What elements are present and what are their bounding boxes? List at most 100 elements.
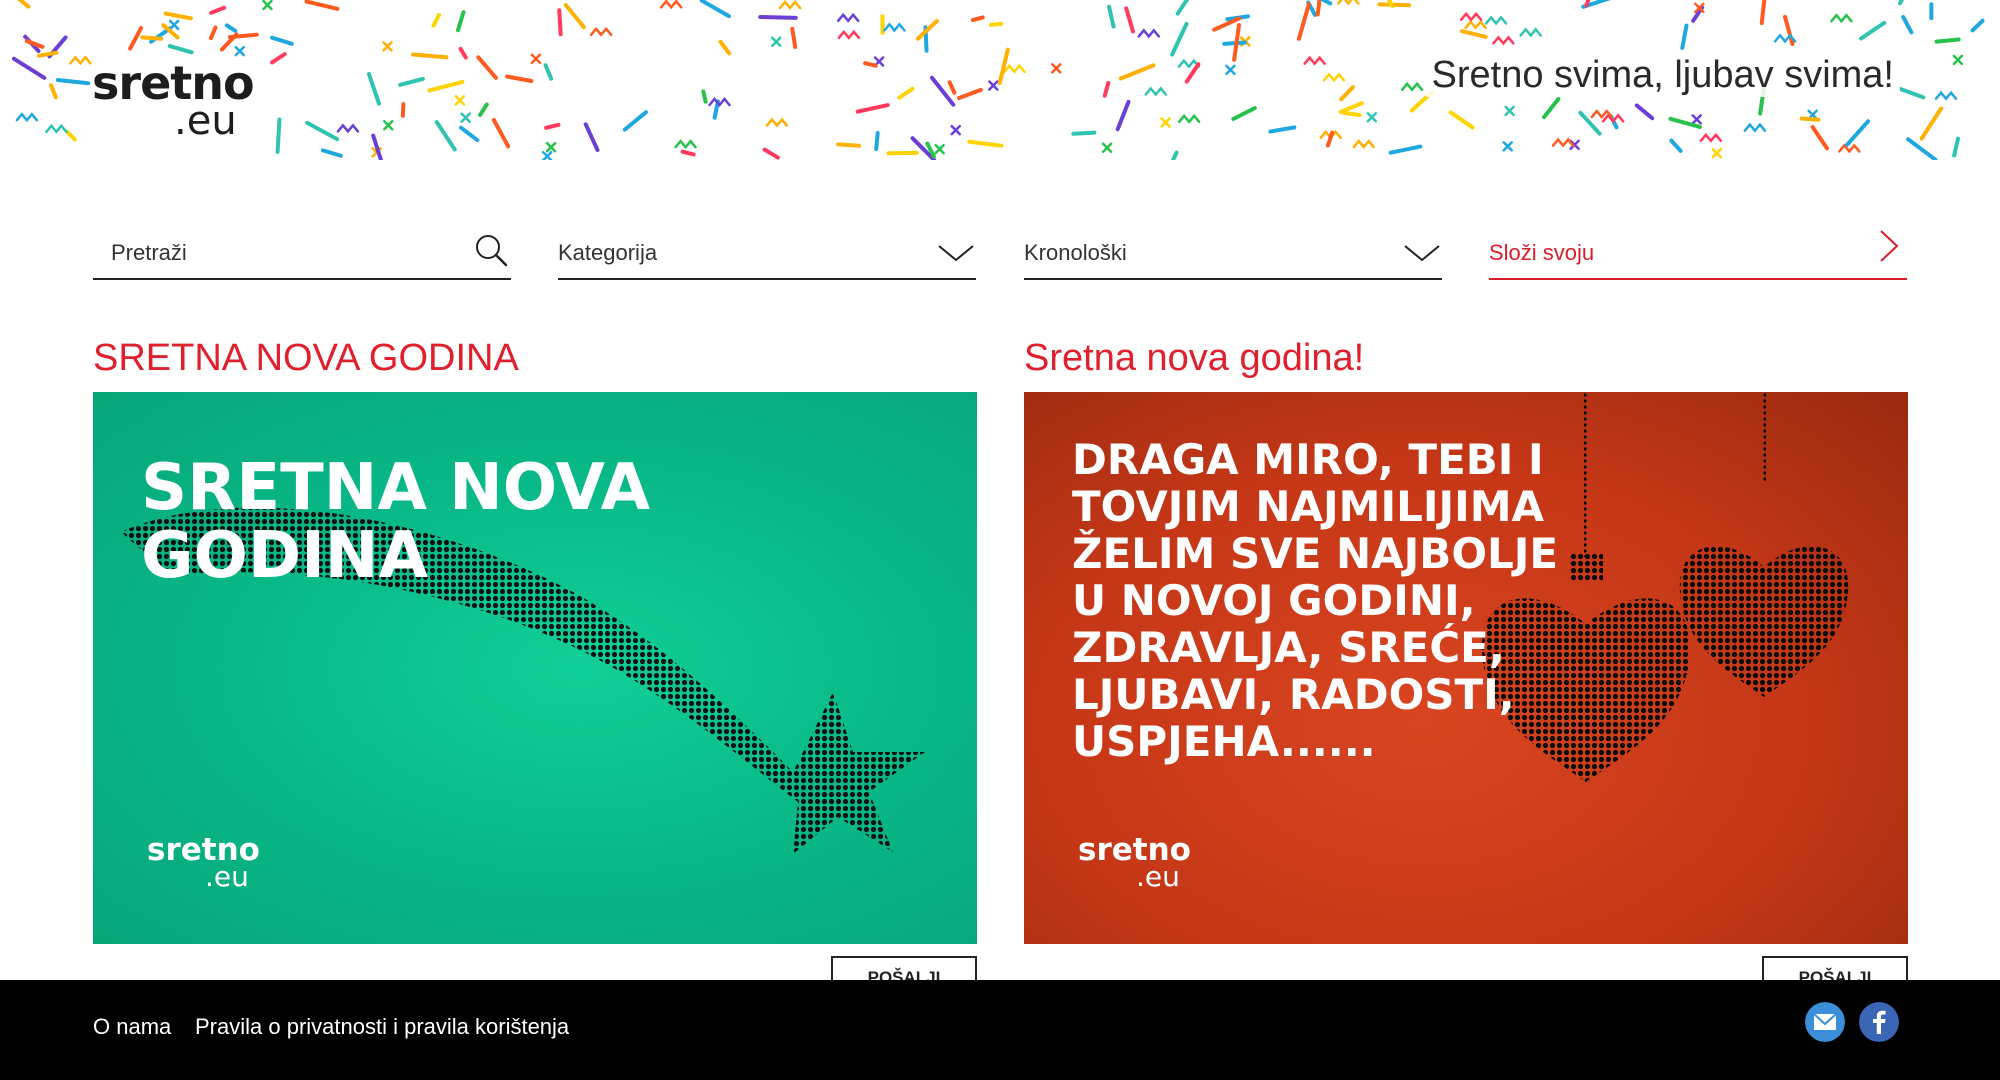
confetti-piece [1268,125,1297,134]
confetti-piece [622,110,649,132]
confetti-piece [1160,117,1171,128]
confetti-piece [680,149,696,157]
chevron-down-icon [938,245,974,262]
confetti-piece [855,103,890,114]
confetti-piece [544,122,561,130]
confetti-piece [1170,150,1179,160]
confetti-piece [1003,63,1026,74]
confetti-piece [1170,21,1189,57]
confetti-piece [1542,97,1561,120]
confetti-piece [320,148,343,158]
confetti-piece [366,71,381,106]
confetti-piece [957,87,983,101]
confetti-piece [1051,63,1062,74]
confetti-piece [275,117,282,154]
card-image[interactable]: SRETNA NOVA GODINA sretno .eu [93,392,977,944]
confetti-piece [1337,0,1360,6]
confetti-piece [1303,55,1326,66]
compose-label: Složi svoju [1489,240,1595,265]
confetti-piece [1952,54,1964,66]
confetti-piece [1919,106,1944,141]
confetti-piece [476,55,498,80]
confetti-piece [1175,0,1190,16]
confetti-piece [1799,116,1821,122]
confetti-piece [1339,85,1355,102]
confetti-piece [1464,19,1487,30]
confetti-piece [897,86,915,100]
confetti-piece [758,15,798,20]
confetti-piece [674,139,697,150]
confetti-piece [589,26,613,37]
confetti-piece [456,10,466,33]
confetti-piece [837,29,861,40]
card-title[interactable]: SRETNA NOVA GODINA [93,330,977,386]
confetti-piece [1934,37,1961,44]
confetti-piece [15,112,39,123]
confetti-piece [659,0,683,10]
confetti-piece [24,39,45,49]
confetti-piece [934,143,945,155]
footer-link-privacy[interactable]: Pravila o privatnosti i pravila korišten… [195,1014,569,1040]
category-dropdown[interactable]: Kategorija [558,224,976,280]
confetti-piece [1691,114,1702,125]
confetti-piece [1504,105,1515,117]
confetti-piece [1669,138,1683,153]
confetti-piece [163,11,193,21]
confetti-piece [304,0,340,11]
confetti-piece [37,50,59,58]
confetti-piece [1460,29,1488,39]
confetti-piece [988,80,999,91]
confetti-piece [863,61,878,68]
compose-your-own-link[interactable]: Složi svoju [1489,224,1907,280]
card-logo-domain: .eu [205,860,249,893]
confetti-piece [771,36,782,47]
confetti-piece [563,3,586,30]
confetti-piece [1759,0,1767,26]
site-tagline: Sretno svima, ljubav svima! [1425,54,1900,97]
confetti-piece [718,39,732,56]
confetti-piece [1934,90,1958,101]
confetti-piece [836,142,861,148]
confetti-piece [234,45,246,57]
site-logo[interactable]: sretno .eu [92,56,262,146]
confetti-piece [836,12,860,23]
confetti-piece [458,46,468,60]
confetti-piece [208,25,218,41]
filter-bar: Pretraži Kategorija Kronološki Složi svo… [93,224,1908,280]
confetti-piece [790,26,798,49]
confetti-piece [1492,35,1515,46]
confetti-piece [1502,141,1513,152]
confetti-piece [411,52,449,60]
confetti-piece [1970,18,1985,33]
footer-link-about[interactable]: O nama [93,1014,171,1040]
confetti-piece [224,23,238,33]
confetti-piece [1906,137,1938,160]
confetti-piece [65,130,77,142]
site-footer: O nama Pravila o privatnosti i pravila k… [0,980,2000,1080]
confetti-piece [49,83,58,100]
confetti-piece [1352,139,1376,150]
confetti-piece [1898,86,1926,100]
confetti-piece [1711,147,1722,159]
confetti-piece [478,102,489,117]
confetti-piece [1225,64,1236,76]
search-field[interactable]: Pretraži [93,224,511,280]
site-header: sretno .eu Sretno svima, ljubav svima! [0,0,2000,160]
facebook-icon[interactable] [1859,1002,1899,1042]
confetti-piece [1830,13,1853,24]
confetti-piece [1897,0,1905,6]
confetti-piece [1322,72,1346,83]
card-image[interactable]: DRAGA MIRO, TEBI I TOVJIM NAJMILIJIMA ŽE… [1024,392,1908,944]
chronological-dropdown[interactable]: Kronološki [1024,224,1442,280]
search-input[interactable]: Pretraži [111,240,187,266]
search-icon[interactable] [471,230,511,270]
confetti-piece [69,55,92,66]
mail-icon[interactable] [1805,1002,1845,1042]
greeting-card: SRETNA NOVA GODINA SRETNA NOVA GODINA sr… [93,330,977,996]
card-title[interactable]: Sretna nova godina! [1024,330,1908,386]
confetti-piece [543,63,554,81]
confetti-piece [1578,110,1602,136]
confetti-piece [431,13,441,28]
greeting-card: Sretna nova godina! DRAGA MIRO, TEBI I T… [1024,330,1908,996]
confetti-piece [270,52,287,65]
